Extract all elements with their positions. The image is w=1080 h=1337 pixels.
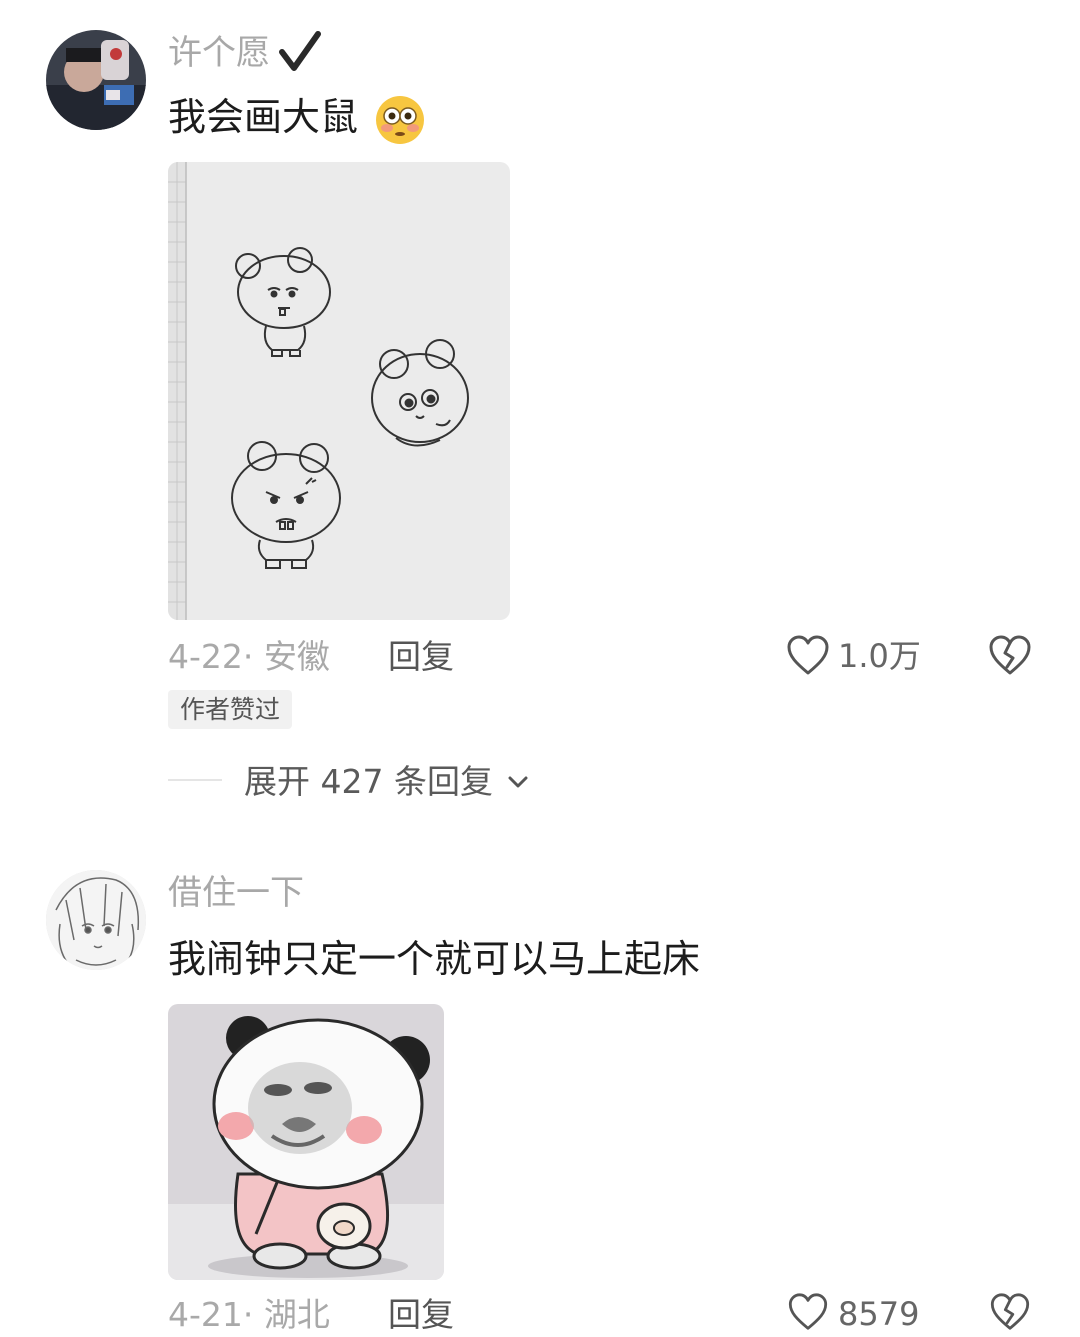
comment-date-location: 4-21· 湖北 (168, 1295, 330, 1334)
chevron-down-icon (508, 776, 528, 788)
avatar-anime-sketch (46, 870, 146, 970)
dislike-broken-heart-icon[interactable] (988, 1292, 1032, 1333)
author-liked-badge: 作者赞过 (168, 690, 293, 729)
comment-text: 我闹钟只定一个就可以马上起床 (168, 937, 701, 981)
comment-text: 我会画大鼠 (168, 95, 359, 139)
verified-check-icon (278, 30, 322, 74)
reply-button[interactable]: 回复 (388, 640, 454, 673)
flushed-face-emoji-icon (374, 94, 426, 146)
like-count: 1.0万 (838, 637, 921, 675)
avatar-photo (46, 30, 146, 130)
like-count: 8579 (838, 1295, 920, 1333)
comment-image-mice-drawing[interactable] (168, 162, 510, 620)
comment-username[interactable]: 许个愿 (168, 36, 270, 70)
avatar[interactable] (46, 30, 146, 130)
dislike-broken-heart-icon[interactable] (988, 634, 1032, 678)
expand-replies-label: 展开 427 条回复 (244, 762, 493, 801)
comment-date-location: 4-22· 安徽 (168, 637, 330, 676)
reply-button[interactable]: 回复 (388, 1298, 454, 1331)
avatar[interactable] (46, 870, 146, 970)
heart-icon (787, 635, 829, 675)
comment-username[interactable]: 借住一下 (168, 876, 304, 910)
comment-image-panda-meme[interactable] (168, 1004, 444, 1280)
expand-divider-line (168, 779, 222, 781)
heart-icon (788, 1293, 828, 1330)
